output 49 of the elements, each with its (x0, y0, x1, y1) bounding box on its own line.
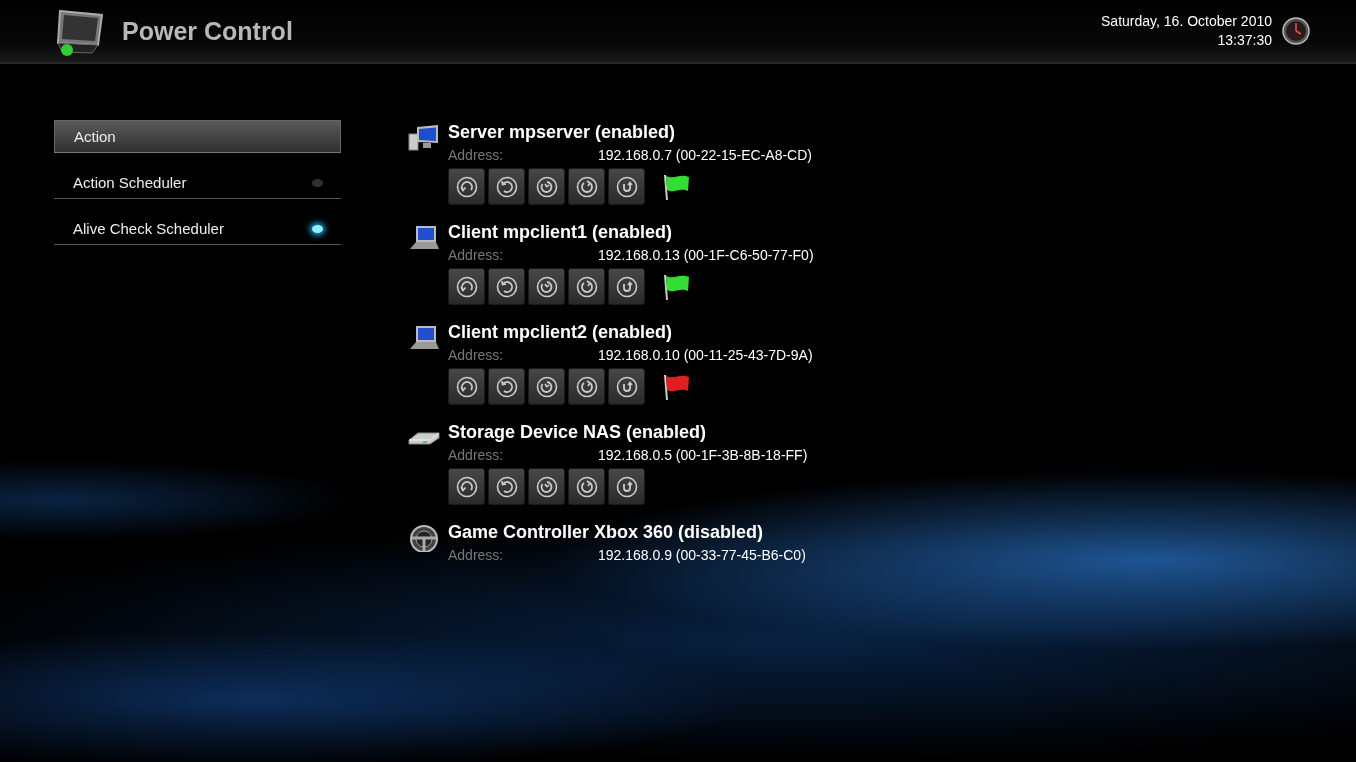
computer-icon (408, 124, 440, 152)
time-text: 13:37:30 (1217, 31, 1272, 50)
action-button[interactable] (568, 468, 605, 505)
address-value: 192.168.0.10 (00-11-25-43-7D-9A) (598, 346, 813, 365)
menu-item-label: Alive Check Scheduler (73, 220, 225, 237)
address-label: Address: (448, 446, 505, 465)
action-button[interactable] (608, 268, 645, 305)
menu-item[interactable]: Action Scheduler (54, 167, 341, 199)
action-button[interactable] (528, 168, 565, 205)
address-value: 192.168.0.9 (00-33-77-45-B6-C0) (598, 546, 806, 565)
menu-item-label: Action Scheduler (73, 174, 188, 191)
action-button[interactable] (448, 268, 485, 305)
menu-item-label: Action (74, 128, 117, 145)
address-label: Address: (448, 146, 505, 165)
action-button[interactable] (568, 368, 605, 405)
action-button[interactable] (568, 168, 605, 205)
address-label: Address: (448, 546, 505, 565)
action-button[interactable] (568, 268, 605, 305)
action-button[interactable] (528, 268, 565, 305)
device-name: Client mpclient2 (enabled) (448, 321, 674, 344)
laptop-icon (408, 224, 440, 252)
menu-item[interactable]: Alive Check Scheduler (54, 213, 341, 245)
action-button[interactable] (488, 268, 525, 305)
device-name: Client mpclient1 (enabled) (448, 221, 674, 244)
action-button[interactable] (608, 168, 645, 205)
address-value: 192.168.0.13 (00-1F-C6-50-77-F0) (598, 246, 814, 265)
device-name: Storage Device NAS (enabled) (448, 421, 708, 444)
address-value: 192.168.0.7 (00-22-15-EC-A8-CD) (598, 146, 812, 165)
action-button[interactable] (608, 468, 645, 505)
action-button[interactable] (448, 168, 485, 205)
action-button[interactable] (448, 368, 485, 405)
action-button[interactable] (488, 368, 525, 405)
device-name: Game Controller Xbox 360 (disabled) (448, 521, 765, 544)
app-title: Power Control (122, 16, 293, 46)
action-button[interactable] (488, 468, 525, 505)
action-button[interactable] (528, 368, 565, 405)
address-label: Address: (448, 246, 505, 265)
action-button[interactable] (448, 468, 485, 505)
laptop-icon (408, 324, 440, 352)
action-button[interactable] (528, 468, 565, 505)
address-label: Address: (448, 346, 505, 365)
date-text: Saturday, 16. October 2010 (1101, 12, 1272, 31)
steering-wheel-icon (408, 524, 440, 552)
device-name: Server mpserver (enabled) (448, 121, 677, 144)
menu-item[interactable]: Action (54, 120, 341, 153)
address-value: 192.168.0.5 (00-1F-3B-8B-18-FF) (598, 446, 808, 465)
action-button[interactable] (608, 368, 645, 405)
action-button[interactable] (488, 168, 525, 205)
clock-icon (1282, 17, 1310, 45)
